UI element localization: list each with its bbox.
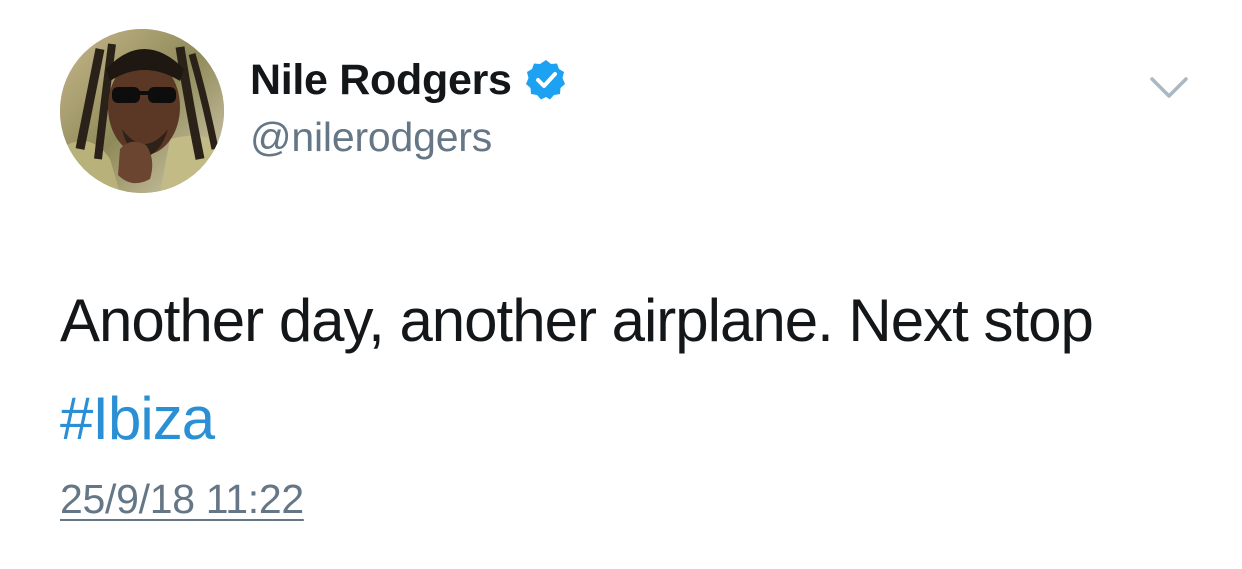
- avatar[interactable]: [60, 29, 224, 193]
- tweet-text: Another day, another airplane. Next stop…: [60, 272, 1220, 468]
- author-handle[interactable]: @nilerodgers: [250, 114, 492, 161]
- verified-badge-icon: [524, 58, 568, 102]
- avatar-photo: [60, 29, 224, 193]
- hashtag-link[interactable]: #Ibiza: [60, 385, 215, 452]
- tweet-text-line: Another day, another airplane. Next stop: [60, 287, 1094, 354]
- tweet-card: Nile Rodgers @nilerodgers Another day, a…: [0, 0, 1242, 569]
- author-name-row: Nile Rodgers: [250, 52, 568, 108]
- tweet-timestamp[interactable]: 25/9/18 11:22: [60, 476, 304, 523]
- chevron-down-icon[interactable]: [1148, 70, 1190, 106]
- author-display-name[interactable]: Nile Rodgers: [250, 56, 512, 105]
